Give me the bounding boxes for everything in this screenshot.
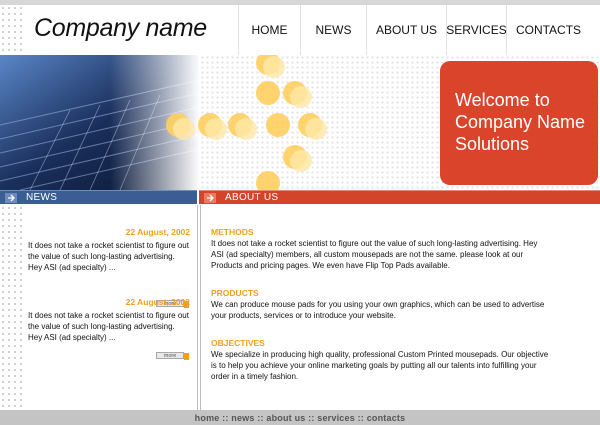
nav-services[interactable]: SERVICES xyxy=(446,5,507,55)
footer-links[interactable]: home :: news :: about us :: services :: … xyxy=(195,413,406,423)
section-heading: OBJECTIVES xyxy=(211,338,265,348)
footer: home :: news :: about us :: services :: … xyxy=(0,410,600,425)
column-divider xyxy=(197,205,198,410)
section-text: We can produce mouse pads for you using … xyxy=(211,300,545,320)
news-column: 22 August, 2002 It does not take a rocke… xyxy=(0,205,197,410)
more-button[interactable]: more xyxy=(156,352,189,360)
news-date: 22 August, 2002 xyxy=(125,227,190,237)
nav-about-us[interactable]: ABOUT US xyxy=(366,5,446,55)
news-item: 22 August, 2002 It does not take a rocke… xyxy=(28,227,190,308)
about-bar-title: ABOUT US xyxy=(225,192,279,203)
about-section-products: PRODUCTS We can produce mouse pads for y… xyxy=(211,288,551,321)
column-divider xyxy=(200,205,201,410)
main-nav: HOME NEWS ABOUT US SERVICES CONTACTS xyxy=(238,5,590,55)
more-arrow-icon xyxy=(184,353,189,360)
news-date: 22 August, 2002 xyxy=(125,297,190,307)
nav-home[interactable]: HOME xyxy=(238,5,300,55)
section-text: It does not take a rocket scientist to f… xyxy=(211,239,538,270)
arrow-right-icon xyxy=(4,192,18,204)
section-text: We specialize in producing high quality,… xyxy=(211,350,549,381)
about-bar: ABOUT US xyxy=(199,190,600,204)
news-item: 22 August, 2002 It does not take a rocke… xyxy=(28,297,190,360)
company-logo[interactable]: Company name xyxy=(34,14,207,43)
header-dot-pattern xyxy=(0,5,22,55)
welcome-box: Welcome to Company Name Solutions xyxy=(440,61,598,185)
decorative-circles xyxy=(166,55,327,190)
about-section-objectives: OBJECTIVES We specialize in producing hi… xyxy=(211,338,551,382)
header: Company name HOME NEWS ABOUT US SERVICES… xyxy=(0,5,600,55)
welcome-text: Welcome to Company Name Solutions xyxy=(455,90,586,154)
news-text: It does not take a rocket scientist to f… xyxy=(28,241,189,272)
nav-contacts[interactable]: CONTACTS xyxy=(506,5,590,55)
hero-banner: Welcome to Company Name Solutions xyxy=(0,55,600,190)
left-dot-pattern xyxy=(0,205,22,410)
news-bar: NEWS xyxy=(0,190,197,204)
more-label: more xyxy=(163,352,177,359)
section-heading: METHODS xyxy=(211,227,254,237)
arrow-right-icon xyxy=(203,192,217,204)
news-bar-title: NEWS xyxy=(26,192,58,203)
news-text: It does not take a rocket scientist to f… xyxy=(28,311,189,342)
about-section-methods: METHODS It does not take a rocket scient… xyxy=(211,227,551,271)
nav-news[interactable]: NEWS xyxy=(300,5,366,55)
section-heading: PRODUCTS xyxy=(211,288,259,298)
